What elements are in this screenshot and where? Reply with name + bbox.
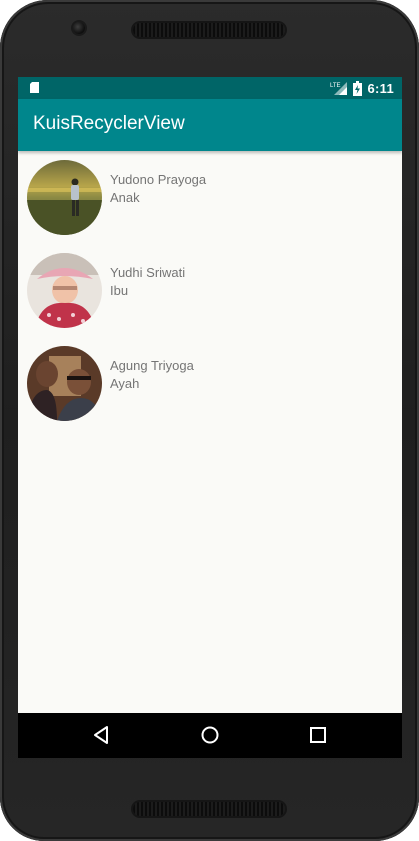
list-item[interactable]: Agung Triyoga Ayah — [18, 337, 402, 430]
item-name: Yudhi Sriwati — [110, 265, 186, 280]
list-item[interactable]: Yudhi Sriwati Ibu — [18, 244, 402, 337]
lte-label: LTE — [330, 83, 341, 89]
lte-signal-icon: LTE — [330, 82, 348, 95]
recents-icon[interactable] — [308, 725, 328, 745]
item-role: Ibu — [110, 283, 129, 298]
item-role: Anak — [110, 190, 140, 205]
avatar — [27, 160, 102, 235]
front-camera — [73, 22, 85, 34]
top-speaker-grille — [133, 23, 285, 37]
avatar — [27, 346, 102, 421]
item-name: Yudono Prayoga — [110, 172, 207, 187]
status-time: 6:11 — [367, 80, 394, 96]
device-screen: LTE 6:11 KuisRecyclerView Yudono Prayoga… — [18, 77, 402, 758]
home-icon[interactable] — [200, 725, 220, 745]
navigation-bar — [18, 713, 402, 758]
list-item[interactable]: Yudono Prayoga Anak — [18, 151, 402, 244]
app-bar: KuisRecyclerView — [18, 99, 402, 151]
phone-frame: LTE 6:11 KuisRecyclerView Yudono Prayoga… — [0, 0, 419, 841]
item-name: Agung Triyoga — [110, 358, 194, 373]
item-role: Ayah — [110, 376, 140, 391]
battery-charging-icon — [353, 80, 363, 96]
bottom-speaker-grille — [133, 802, 285, 816]
avatar — [27, 253, 102, 328]
sd-card-icon — [30, 82, 39, 93]
back-icon[interactable] — [92, 725, 112, 745]
app-title: KuisRecyclerView — [33, 113, 185, 134]
status-bar: LTE 6:11 — [18, 77, 402, 99]
